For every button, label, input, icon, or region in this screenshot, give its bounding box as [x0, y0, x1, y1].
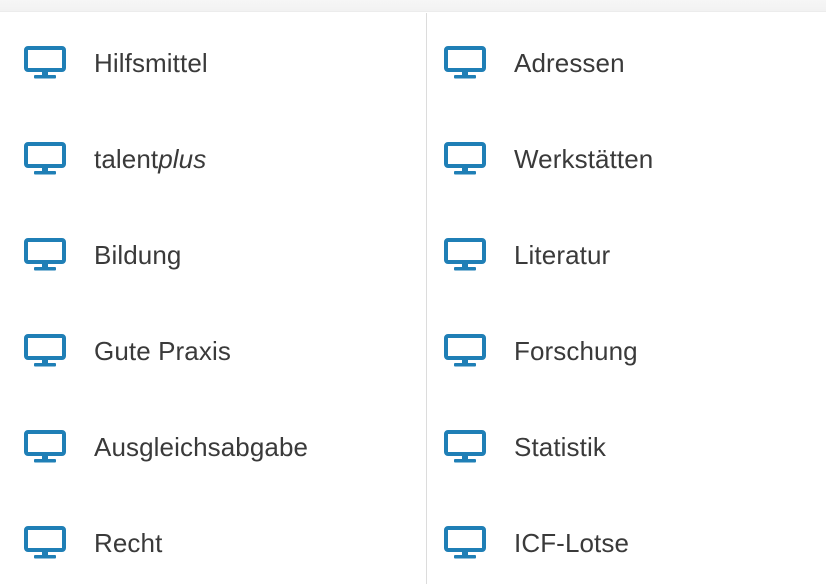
- link-label-italic: plus: [158, 143, 207, 174]
- monitor-icon: [24, 334, 66, 368]
- link-label: Statistik: [514, 431, 606, 462]
- right-link-column: Adressen Werkstätten Literatur Forschung…: [427, 13, 826, 584]
- link-recht[interactable]: Recht: [24, 519, 162, 567]
- monitor-icon: [24, 526, 66, 560]
- link-statistik[interactable]: Statistik: [444, 423, 606, 471]
- link-werkstaetten[interactable]: Werkstätten: [444, 135, 653, 183]
- monitor-icon: [444, 46, 486, 80]
- monitor-icon: [24, 430, 66, 464]
- link-ausgleichsabgabe[interactable]: Ausgleichsabgabe: [24, 423, 308, 471]
- monitor-icon: [444, 142, 486, 176]
- link-bildung[interactable]: Bildung: [24, 231, 181, 279]
- link-label: Recht: [94, 527, 163, 558]
- link-grid-page: Hilfsmittel talentplus Bildung Gute Prax…: [0, 0, 826, 584]
- link-talentplus[interactable]: talentplus: [24, 135, 206, 183]
- monitor-icon: [444, 238, 486, 272]
- monitor-icon: [444, 334, 486, 368]
- link-icf-lotse[interactable]: ICF-Lotse: [444, 519, 629, 567]
- link-literatur[interactable]: Literatur: [444, 231, 610, 279]
- monitor-icon: [24, 238, 66, 272]
- link-label: Werkstätten: [514, 143, 654, 174]
- monitor-icon: [444, 430, 486, 464]
- left-link-column: Hilfsmittel talentplus Bildung Gute Prax…: [0, 13, 426, 584]
- link-label: Forschung: [514, 335, 638, 366]
- link-label-plain: talent: [94, 143, 159, 174]
- link-label: Literatur: [514, 239, 611, 270]
- link-forschung[interactable]: Forschung: [444, 327, 638, 375]
- link-label: Gute Praxis: [94, 335, 231, 366]
- link-label: Bildung: [94, 239, 182, 270]
- monitor-icon: [24, 46, 66, 80]
- monitor-icon: [444, 526, 486, 560]
- link-adressen[interactable]: Adressen: [444, 39, 625, 87]
- link-label: Adressen: [514, 47, 625, 78]
- link-hilfsmittel[interactable]: Hilfsmittel: [24, 39, 208, 87]
- monitor-icon: [24, 142, 66, 176]
- link-label: Ausgleichsabgabe: [94, 431, 309, 462]
- link-label: Hilfsmittel: [94, 47, 208, 78]
- link-gute-praxis[interactable]: Gute Praxis: [24, 327, 231, 375]
- link-label: talentplus: [94, 144, 206, 175]
- link-label: ICF-Lotse: [514, 527, 630, 558]
- top-border: [0, 0, 826, 12]
